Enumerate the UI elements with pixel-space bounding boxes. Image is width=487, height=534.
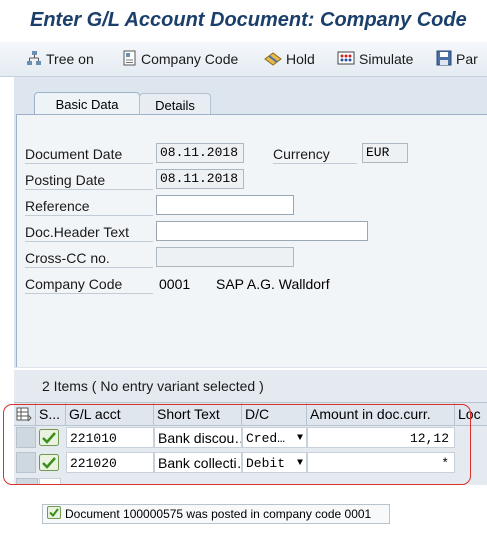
short-text-cell[interactable]: Bank collecti… (154, 452, 242, 473)
company-code-button[interactable]: Company Code (123, 42, 238, 76)
doc-header-text-field[interactable] (156, 221, 368, 241)
title-bar: Enter G/L Account Document: Company Code (0, 0, 487, 38)
amount-cell[interactable]: * (307, 452, 455, 473)
col-amount[interactable]: Amount in doc.curr. (307, 403, 455, 425)
dc-select[interactable]: Cred… ▼ (242, 427, 307, 448)
dc-value: Cred… (246, 431, 286, 446)
document-date-label: Document Date (25, 145, 153, 164)
dropdown-arrow-icon[interactable]: ▼ (297, 428, 303, 447)
cross-cc-no-label: Cross-CC no. (25, 249, 153, 268)
col-short-text[interactable]: Short Text (154, 403, 242, 425)
partial-row (14, 476, 487, 485)
doc-header-text-label: Doc.Header Text (25, 223, 153, 242)
table-row: 221010 Bank discou… Cred… ▼ 12,12 (14, 425, 487, 450)
simulate-label: Simulate (359, 51, 414, 67)
col-status[interactable]: S... (36, 403, 66, 425)
document-date-field[interactable]: 08.11.2018 (156, 143, 244, 163)
currency-field[interactable]: EUR (362, 143, 408, 163)
row-selector[interactable] (16, 478, 38, 485)
col-gl-acct[interactable]: G/L acct (66, 403, 154, 425)
application-toolbar: Tree on Company Code Hold Simulate Par (0, 42, 487, 77)
cross-cc-no-field[interactable] (156, 247, 294, 267)
tab-basic-data[interactable]: Basic Data (34, 92, 140, 115)
dc-value: Debit (246, 456, 286, 471)
status-text: Document 100000575 was posted in company… (65, 507, 372, 521)
park-button[interactable]: Par (436, 42, 478, 76)
status-cell (39, 478, 61, 485)
success-icon (47, 506, 61, 522)
table-row: 221020 Bank collecti… Debit ▼ * (14, 450, 487, 475)
company-code-label: Company Code (141, 51, 239, 67)
hold-label: Hold (286, 51, 315, 67)
company-code-icon (123, 50, 137, 69)
dc-select[interactable]: Debit ▼ (242, 452, 307, 473)
row-selector[interactable] (16, 427, 36, 448)
tree-on-label: Tree on (46, 51, 94, 67)
amount-cell[interactable]: 12,12 (307, 427, 455, 448)
posting-date-label: Posting Date (25, 171, 153, 190)
tab-details[interactable]: Details (139, 93, 211, 116)
gl-acct-cell[interactable]: 221020 (66, 452, 154, 473)
posting-date-field[interactable]: 08.11.2018 (156, 169, 244, 189)
save-icon (436, 50, 452, 69)
company-name: SAP A.G. Walldorf (216, 276, 330, 292)
success-check-icon (39, 429, 59, 446)
row-selector[interactable] (16, 452, 36, 473)
park-label: Par (456, 51, 478, 67)
col-local-amount[interactable]: Loc (455, 403, 487, 425)
col-dc[interactable]: D/C (242, 403, 307, 425)
reference-field[interactable] (156, 195, 294, 215)
tree-on-button[interactable]: Tree on (26, 42, 94, 76)
hold-button[interactable]: Hold (264, 42, 315, 76)
short-text-cell[interactable]: Bank discou… (154, 427, 242, 448)
dropdown-arrow-icon[interactable]: ▼ (297, 453, 303, 472)
simulate-icon (337, 50, 355, 69)
grid-title: 2 Items ( No entry variant selected ) (42, 378, 264, 394)
simulate-button[interactable]: Simulate (337, 42, 413, 76)
reference-label: Reference (25, 197, 153, 216)
company-code-value: 0001 (159, 276, 191, 292)
grid-settings-icon[interactable] (14, 403, 36, 425)
company-code-field-label: Company Code (25, 275, 153, 294)
status-message[interactable]: Document 100000575 was posted in company… (42, 504, 390, 524)
tree-icon (26, 50, 42, 69)
hold-icon (264, 50, 282, 69)
grid-header: S... G/L acct Short Text D/C Amount in d… (14, 402, 487, 426)
currency-label: Currency (273, 145, 357, 164)
gl-acct-cell[interactable]: 221010 (66, 427, 154, 448)
success-check-icon (39, 454, 59, 471)
window-title: Enter G/L Account Document: Company Code (30, 9, 467, 31)
